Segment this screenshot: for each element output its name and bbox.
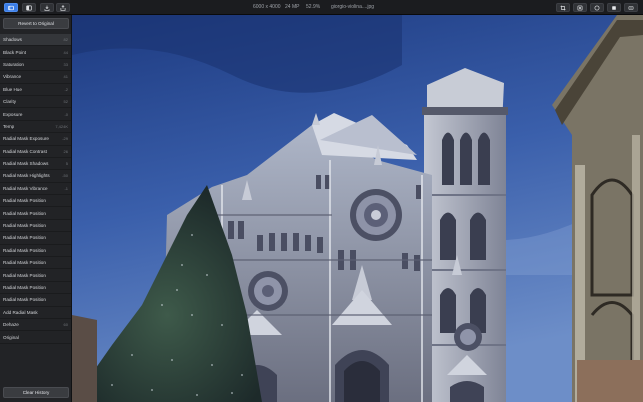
history-item-label: Black Point: [3, 49, 26, 55]
history-sidebar: Revert to Original Shadows 82 Black Point 4…: [0, 15, 72, 402]
history-item[interactable]: Radial Mask Contrast 26: [0, 146, 71, 158]
history-item-value: 5: [65, 161, 68, 167]
history-item[interactable]: Radial Mask Vibrance -1: [0, 183, 71, 196]
history-item[interactable]: Radial Mask Position: [0, 257, 71, 270]
history-item[interactable]: Radial Mask Shadows 5: [0, 158, 71, 171]
compare-icon: [26, 5, 32, 10]
history-item-label: Temp: [3, 123, 15, 129]
history-item-label: Radial Mask Highlights: [3, 173, 50, 179]
history-item-label: Radial Mask Shadows: [3, 161, 49, 167]
image-dimensions: 6000 x 4000: [253, 4, 281, 10]
history-item[interactable]: Original: [0, 331, 71, 344]
history-item-label: Radial Mask Position: [3, 198, 46, 204]
history-item-value: 52: [63, 99, 68, 105]
history-item-label: Radial Mask Position: [3, 285, 46, 290]
compare-button[interactable]: [22, 3, 36, 12]
share-button[interactable]: [56, 3, 70, 12]
history-item[interactable]: Radial Mask Position: [0, 245, 71, 258]
histogram-icon: [612, 5, 616, 10]
history-item-value: -1: [64, 185, 68, 191]
history-item[interactable]: Clarity 52: [0, 96, 71, 109]
history-item-label: Radial Mask Position: [3, 272, 46, 278]
history-item-label: Radial Mask Position: [3, 210, 46, 216]
adjustments-button[interactable]: [4, 3, 18, 12]
history-item[interactable]: Saturation 33: [0, 59, 71, 72]
history-item-label: Radial Mask Position: [3, 297, 46, 303]
history-item-label: Radial Mask Position: [3, 260, 46, 266]
history-item[interactable]: Radial Mask Highlights -50: [0, 170, 71, 183]
history-item-value: 44: [63, 49, 68, 55]
history-item-label: Radial Mask Position: [3, 223, 46, 229]
history-item-value: -29: [62, 136, 68, 142]
preset-icon: [594, 5, 600, 10]
history-item-label: Original: [3, 334, 19, 340]
history-item[interactable]: Shadows 82: [0, 34, 71, 47]
history-item-label: Radial Mask Position: [3, 235, 46, 241]
history-item[interactable]: Radial Mask Position: [0, 195, 71, 208]
zoom-level[interactable]: 52.9%: [306, 4, 320, 10]
history-item[interactable]: Add Radial Mask: [0, 307, 71, 319]
history-item-value: -2: [64, 86, 68, 92]
more-button[interactable]: [624, 3, 638, 12]
history-item-value: -50: [62, 173, 68, 179]
history-item-label: Saturation: [3, 61, 24, 67]
history-item-label: Shadows: [3, 37, 22, 43]
share-icon: [60, 4, 66, 11]
history-item-label: Clarity: [3, 99, 17, 105]
history-list: Shadows 82 Black Point 44 Saturation 33 Vibran…: [0, 34, 71, 344]
import-button[interactable]: [40, 3, 54, 12]
crop-icon: [560, 5, 566, 10]
history-item-label: Exposure: [3, 111, 23, 117]
crop-button[interactable]: [556, 3, 570, 12]
history-item[interactable]: Exposure -0: [0, 108, 71, 121]
history-item[interactable]: Radial Mask Position: [0, 269, 71, 282]
image-megapixels: 24 MP: [285, 4, 300, 10]
history-item[interactable]: Radial Mask Position: [0, 232, 71, 245]
history-item[interactable]: Vibrance 41: [0, 71, 71, 84]
history-item-label: Add Radial Mask: [3, 309, 38, 315]
history-item-value: 33: [63, 61, 68, 67]
history-item-value: 41: [63, 74, 68, 80]
history-item[interactable]: Black Point 44: [0, 46, 71, 59]
history-item-value: -0: [64, 111, 68, 117]
adjustments-icon: [8, 5, 14, 10]
history-item[interactable]: Radial Mask Position: [0, 220, 71, 233]
history-item-value: 82: [63, 37, 68, 43]
mask-button[interactable]: [573, 3, 587, 12]
history-item[interactable]: Temp 7,424K: [0, 121, 71, 134]
preset-button[interactable]: [590, 3, 604, 12]
history-item-label: Radial Mask Contrast: [3, 148, 47, 154]
history-item[interactable]: Radial Mask Position: [0, 294, 71, 307]
history-item[interactable]: Dehaze 60: [0, 319, 71, 332]
import-icon: [44, 5, 50, 11]
image-canvas[interactable]: [72, 15, 643, 402]
history-item-value: 7,424K: [55, 123, 68, 129]
revert-to-original-button[interactable]: Revert to Original: [3, 18, 69, 29]
history-item[interactable]: Radial Mask Position: [0, 207, 71, 220]
clear-history-button[interactable]: Clear History: [3, 387, 69, 398]
history-item-label: Vibrance: [3, 74, 22, 80]
history-item-label: Blue Hue: [3, 86, 22, 92]
history-item-label: Dehaze: [3, 322, 19, 328]
file-name: giorgio-violina....jpg: [331, 4, 375, 10]
mask-icon: [577, 5, 583, 10]
cathedral-photo: [72, 15, 643, 402]
more-icon: [628, 5, 634, 10]
top-toolbar: 6000 x 4000 24 MP 52.9% giorgio-violina.…: [0, 0, 643, 15]
history-item[interactable]: Radial Mask Position: [0, 282, 71, 295]
history-item-label: Radial Mask Vibrance: [3, 185, 48, 191]
history-item-value: 60: [63, 322, 68, 328]
history-item-value: 26: [63, 148, 68, 154]
history-item[interactable]: Radial Mask Exposure -29: [0, 133, 71, 146]
history-item[interactable]: Blue Hue -2: [0, 84, 71, 96]
history-item-label: Radial Mask Position: [3, 247, 46, 253]
histogram-button[interactable]: [607, 3, 621, 12]
history-item-label: Radial Mask Exposure: [3, 136, 49, 142]
